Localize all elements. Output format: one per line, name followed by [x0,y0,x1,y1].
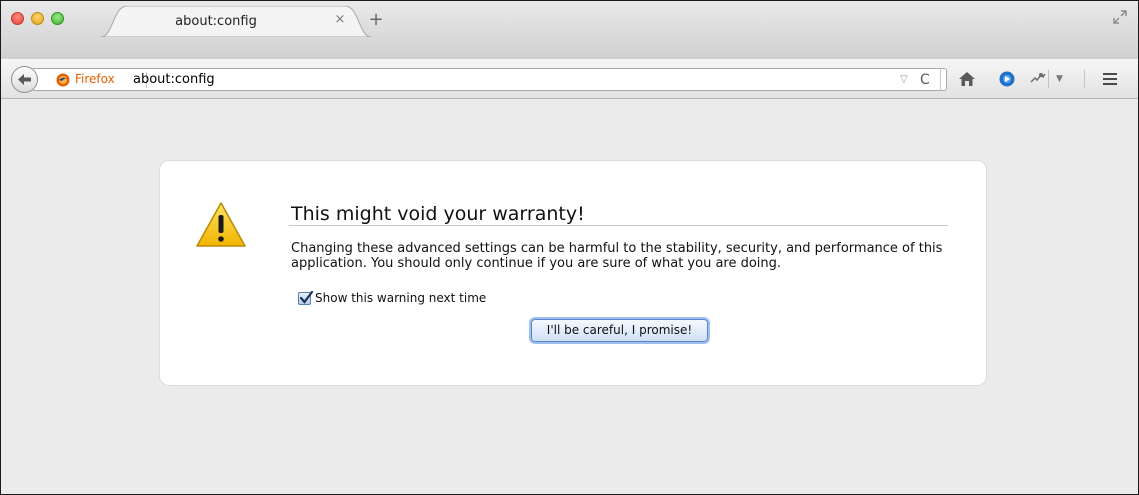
show-warning-label[interactable]: Show this warning next time [315,291,486,305]
url-bar[interactable]: Firefox about:config ▽ C [33,68,947,91]
checkmark-icon [299,291,313,304]
addon-icon[interactable] [1029,70,1047,88]
accept-risk-button[interactable]: I'll be careful, I promise! [531,319,708,342]
navigation-toolbar: Firefox about:config ▽ C ▼ [1,59,1138,99]
tab-title: about:config [175,14,257,29]
warning-card: This might void your warranty! Changing … [159,160,987,386]
minimize-window-icon[interactable] [31,12,44,25]
warning-description: Changing these advanced settings can be … [291,241,943,271]
identity-label: Firefox [75,72,115,86]
toolbar-separator [1084,70,1085,88]
warning-triangle-icon [196,202,246,247]
url-input[interactable]: about:config [133,72,215,87]
maximize-window-icon[interactable] [51,12,64,25]
reload-button[interactable]: C [920,72,930,88]
new-tab-icon[interactable]: + [367,11,385,29]
url-dropdown-icon[interactable]: ▽ [900,74,908,85]
fullscreen-icon[interactable] [1112,9,1128,25]
page-content: This might void your warranty! Changing … [1,99,1138,494]
toolbar-separator [1048,70,1049,88]
tab-about-config[interactable]: about:config × [101,6,371,37]
browser-window: about:config × + Firefox about:config ▽ … [0,0,1139,495]
back-arrow-icon [18,74,31,85]
warning-title: This might void your warranty! [291,203,585,225]
tab-close-icon[interactable]: × [333,13,347,27]
close-window-icon[interactable] [11,12,24,25]
tab-strip: about:config × + [1,1,1138,59]
home-icon[interactable] [958,70,976,88]
addon-dropdown-icon[interactable]: ▼ [1056,74,1063,84]
url-separator [940,68,941,91]
firefox-logo-icon [56,73,70,87]
back-button[interactable] [11,66,38,93]
hamburger-menu-icon[interactable] [1101,70,1119,88]
pocket-icon[interactable] [998,70,1016,88]
show-warning-checkbox[interactable] [298,291,313,305]
title-divider [289,225,948,226]
